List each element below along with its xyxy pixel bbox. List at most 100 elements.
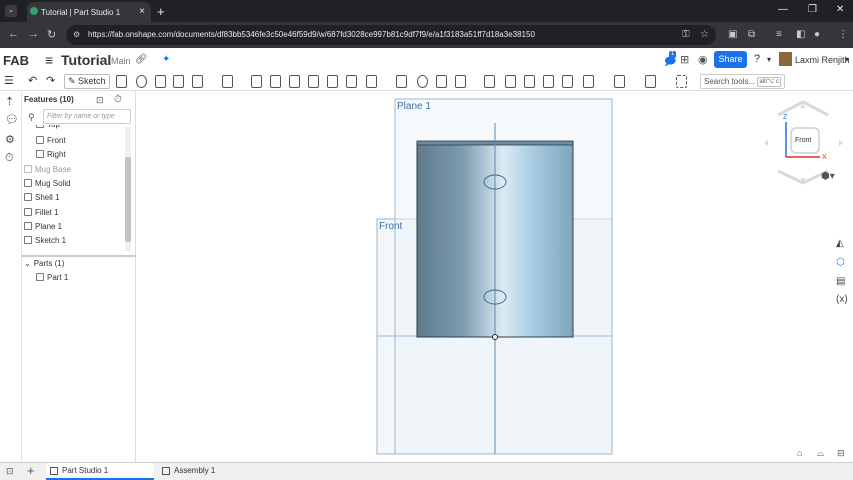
configurations-icon[interactable]: ⚙ [5,133,15,146]
revolve-icon[interactable] [136,75,147,88]
tab-search-button[interactable]: ⌄ [5,5,17,17]
tab-part-studio-1[interactable]: Part Studio 1 [46,463,154,480]
avatar[interactable] [779,52,792,66]
part-item-part-1[interactable]: Part 1 [36,273,68,282]
help-icon[interactable]: ? [754,53,760,65]
mate-connector-icon[interactable] [614,75,625,88]
key-icon[interactable]: ⚿ [682,29,690,40]
thread-icon[interactable] [346,75,357,88]
close-tab-icon[interactable]: × [139,6,145,17]
mirror-icon[interactable] [396,75,407,88]
split-icon[interactable] [436,75,447,88]
sidepanel-icon[interactable]: ◧ [796,29,805,40]
more-icon[interactable]: ⋮ [838,29,848,40]
plane-label-plane-1[interactable]: Plane 1 [397,101,431,112]
tab-assembly-1[interactable]: Assembly 1 [158,463,248,480]
render-mode-icon[interactable]: ⌂ [797,448,802,458]
help-dropdown-icon[interactable]: ▾ [767,55,771,64]
browser-tab[interactable]: Tutorial | Part Studio 1 × [27,2,151,22]
feature-item-front[interactable]: Front [36,136,66,145]
section-view-icon[interactable]: ⌓ [817,448,824,459]
feature-item-right[interactable]: Right [36,150,66,159]
offset-surface-icon[interactable] [562,75,573,88]
panel-divider[interactable] [22,255,136,257]
view-cube-label[interactable]: Front [795,137,811,144]
mass-properties-icon[interactable]: ⬡ [836,257,845,268]
shell-icon[interactable] [308,75,319,88]
undo-icon[interactable]: ↶ [28,74,37,87]
redo-icon[interactable]: ↷ [46,74,55,87]
feature-item-plane-1[interactable]: Plane 1 [24,222,62,231]
new-tab-button[interactable]: + [157,4,165,19]
hamburger-menu-icon[interactable]: ≡ [45,52,53,68]
user-name[interactable]: Laxmi Renjith [795,55,850,65]
variable-table-icon[interactable]: (x) [836,294,848,305]
document-title[interactable]: Tutorial [61,52,111,68]
boolean-icon[interactable] [417,75,428,88]
user-dropdown-icon[interactable]: ▾ [845,55,849,64]
media-icon[interactable]: ≡ [776,29,782,40]
variable-icon[interactable] [645,75,656,88]
maximize-icon[interactable]: ❐ [808,4,817,15]
history-icon[interactable]: ⏱ [5,152,14,165]
loft-icon[interactable] [173,75,184,88]
window-close-icon[interactable]: ✕ [836,4,844,15]
learning-center-icon[interactable]: ✦ [162,54,170,65]
measure-icon[interactable]: ⊟ [837,448,845,459]
link-icon[interactable]: 🔗︎ [135,54,148,65]
feature-item-mug-base[interactable]: Mug Base [24,165,71,174]
model-canvas[interactable] [137,91,853,462]
add-tab-icon[interactable]: + [27,463,35,478]
add-custom-feature-icon[interactable] [676,75,687,88]
feature-item-fillet-1[interactable]: Fillet 1 [24,208,59,217]
hole-icon[interactable] [327,75,338,88]
app-store-icon[interactable]: ⊞ [680,53,689,66]
chamfer-icon[interactable] [251,75,262,88]
extension-icon[interactable]: ▣ [728,29,737,40]
pattern-icon[interactable] [366,75,377,88]
plane-icon[interactable] [583,75,594,88]
plane-label-front[interactable]: Front [379,221,402,232]
search-tools-input[interactable]: Search tools... alt/⌥ c [700,74,785,89]
user-status-icon[interactable]: ◉ [698,53,708,66]
insert-icon[interactable]: ⇡ [5,95,14,108]
feature-item-sketch-1[interactable]: Sketch 1 [24,236,66,245]
move-face-icon[interactable] [524,75,535,88]
fillet-icon[interactable] [222,75,233,88]
branch-label[interactable]: Main [111,56,131,66]
minimize-icon[interactable]: — [778,4,788,15]
feature-item-shell-1[interactable]: Shell 1 [24,193,59,202]
sweep-icon[interactable] [155,75,166,88]
profile-icon[interactable]: ● [814,29,820,40]
delete-part-icon[interactable] [484,75,495,88]
puzzle-icon[interactable]: ⧉ [748,29,755,40]
feature-filter-input[interactable]: Filter by name or type [43,109,131,124]
feature-list-icon[interactable]: ☰ [4,74,14,87]
scrollbar-thumb[interactable] [125,157,131,242]
back-icon[interactable]: ← [8,28,19,40]
site-info-icon[interactable]: ⚙ [73,30,80,39]
replace-face-icon[interactable] [543,75,554,88]
properties-icon[interactable]: ▤ [836,276,845,287]
rib-icon[interactable] [289,75,300,88]
share-button[interactable]: Share [714,51,747,68]
origin-point[interactable] [492,334,498,340]
sketch-button[interactable]: ✎ Sketch [64,74,110,89]
extrude-icon[interactable] [116,75,127,88]
tab-manager-icon[interactable]: ⊡ [6,466,14,477]
bookmark-star-icon[interactable]: ☆ [700,29,709,40]
graphics-viewport[interactable]: Plane 1 Front Front Z X ⬢▾ ⌂ ⌓ ⊟ [137,91,853,462]
parts-header[interactable]: ⌄ Parts (1) [24,259,64,268]
add-folder-icon[interactable]: ⊡ [96,95,104,106]
thicken-icon[interactable] [192,75,203,88]
comments-icon[interactable]: 💬︎ [5,113,19,126]
modify-fillet-icon[interactable] [505,75,516,88]
url-field[interactable]: ⚙ https://fab.onshape.com/documents/df83… [66,25,716,45]
forward-icon[interactable]: → [28,28,39,40]
draft-icon[interactable] [270,75,281,88]
view-options-icon[interactable]: ⬢▾ [821,171,835,182]
appearance-icon[interactable]: ◭ [836,238,844,249]
app-logo[interactable]: FAB [3,53,29,68]
transform-icon[interactable] [455,75,466,88]
rollback-icon[interactable]: ⏱ [114,94,122,105]
